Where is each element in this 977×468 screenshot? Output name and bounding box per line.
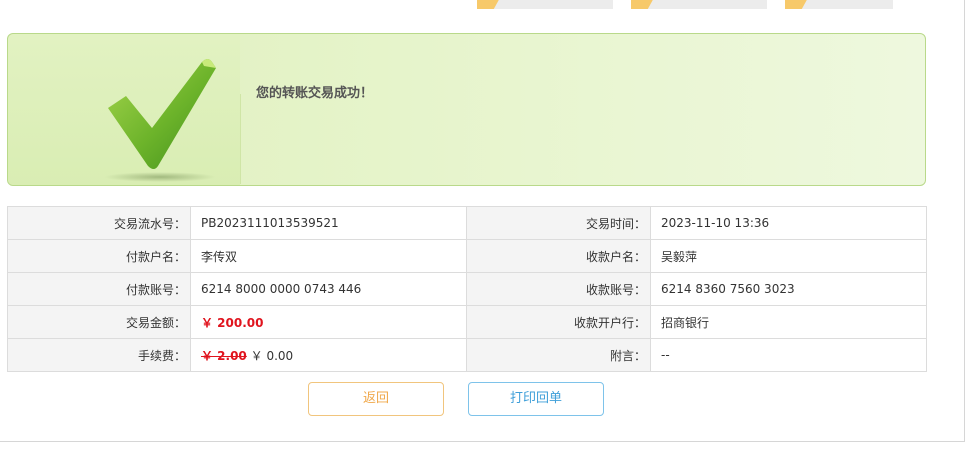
time-value: 2023-11-10 13:36 <box>650 206 927 240</box>
payer-account-value: 6214 8000 0000 0743 446 <box>190 272 467 306</box>
table-row: 手续费： ￥ 2.00 ￥ 0.00 附言： -- <box>7 338 927 372</box>
print-receipt-button[interactable]: 打印回单 <box>468 382 604 416</box>
amount-value: ￥ 200.00 <box>201 315 264 330</box>
payee-bank-label: 收款开户行： <box>466 305 651 339</box>
payer-account-label: 付款账号： <box>7 272 191 306</box>
table-row: 付款账号： 6214 8000 0000 0743 446 收款账号： 6214… <box>7 272 927 306</box>
payee-bank-value: 招商银行 <box>650 305 927 339</box>
payee-name-label: 收款户名： <box>466 239 651 273</box>
payee-account-value: 6214 8360 7560 3023 <box>650 272 927 306</box>
payer-name-value: 李传双 <box>190 239 467 273</box>
serial-label: 交易流水号： <box>7 206 191 240</box>
table-row: 付款户名： 李传双 收款户名： 吴毅萍 <box>7 239 927 273</box>
fee-label: 手续费： <box>7 338 191 372</box>
success-message: 您的转账交易成功！ <box>256 86 374 101</box>
payee-name-value: 吴毅萍 <box>650 239 927 273</box>
table-row: 交易金额： ￥ 200.00 收款开户行： 招商银行 <box>7 305 927 339</box>
banner-divider <box>240 94 241 184</box>
note-label: 附言： <box>466 338 651 372</box>
step-tab-3 <box>785 0 809 9</box>
transaction-details-table: 交易流水号： PB2023111013539521 交易时间： 2023-11-… <box>7 206 927 372</box>
step-tab-1 <box>477 0 501 9</box>
checkmark-icon <box>108 59 216 169</box>
table-row: 交易流水号： PB2023111013539521 交易时间： 2023-11-… <box>7 206 927 240</box>
amount-label: 交易金额： <box>7 305 191 339</box>
step-tab-2 <box>631 0 655 9</box>
step-bar-3 <box>785 0 893 9</box>
serial-value: PB2023111013539521 <box>190 206 467 240</box>
amount-value-cell: ￥ 200.00 <box>190 305 467 339</box>
back-button[interactable]: 返回 <box>308 382 444 416</box>
payee-account-label: 收款账号： <box>466 272 651 306</box>
fee-actual: ￥ 0.00 <box>250 348 294 363</box>
payer-name-label: 付款户名： <box>7 239 191 273</box>
time-label: 交易时间： <box>466 206 651 240</box>
step-bar-1 <box>477 0 613 9</box>
note-value: -- <box>650 338 927 372</box>
step-bar-2 <box>631 0 767 9</box>
success-banner: 您的转账交易成功！ <box>7 33 926 186</box>
fee-value-cell: ￥ 2.00 ￥ 0.00 <box>190 338 467 372</box>
fee-original: ￥ 2.00 <box>201 348 247 363</box>
